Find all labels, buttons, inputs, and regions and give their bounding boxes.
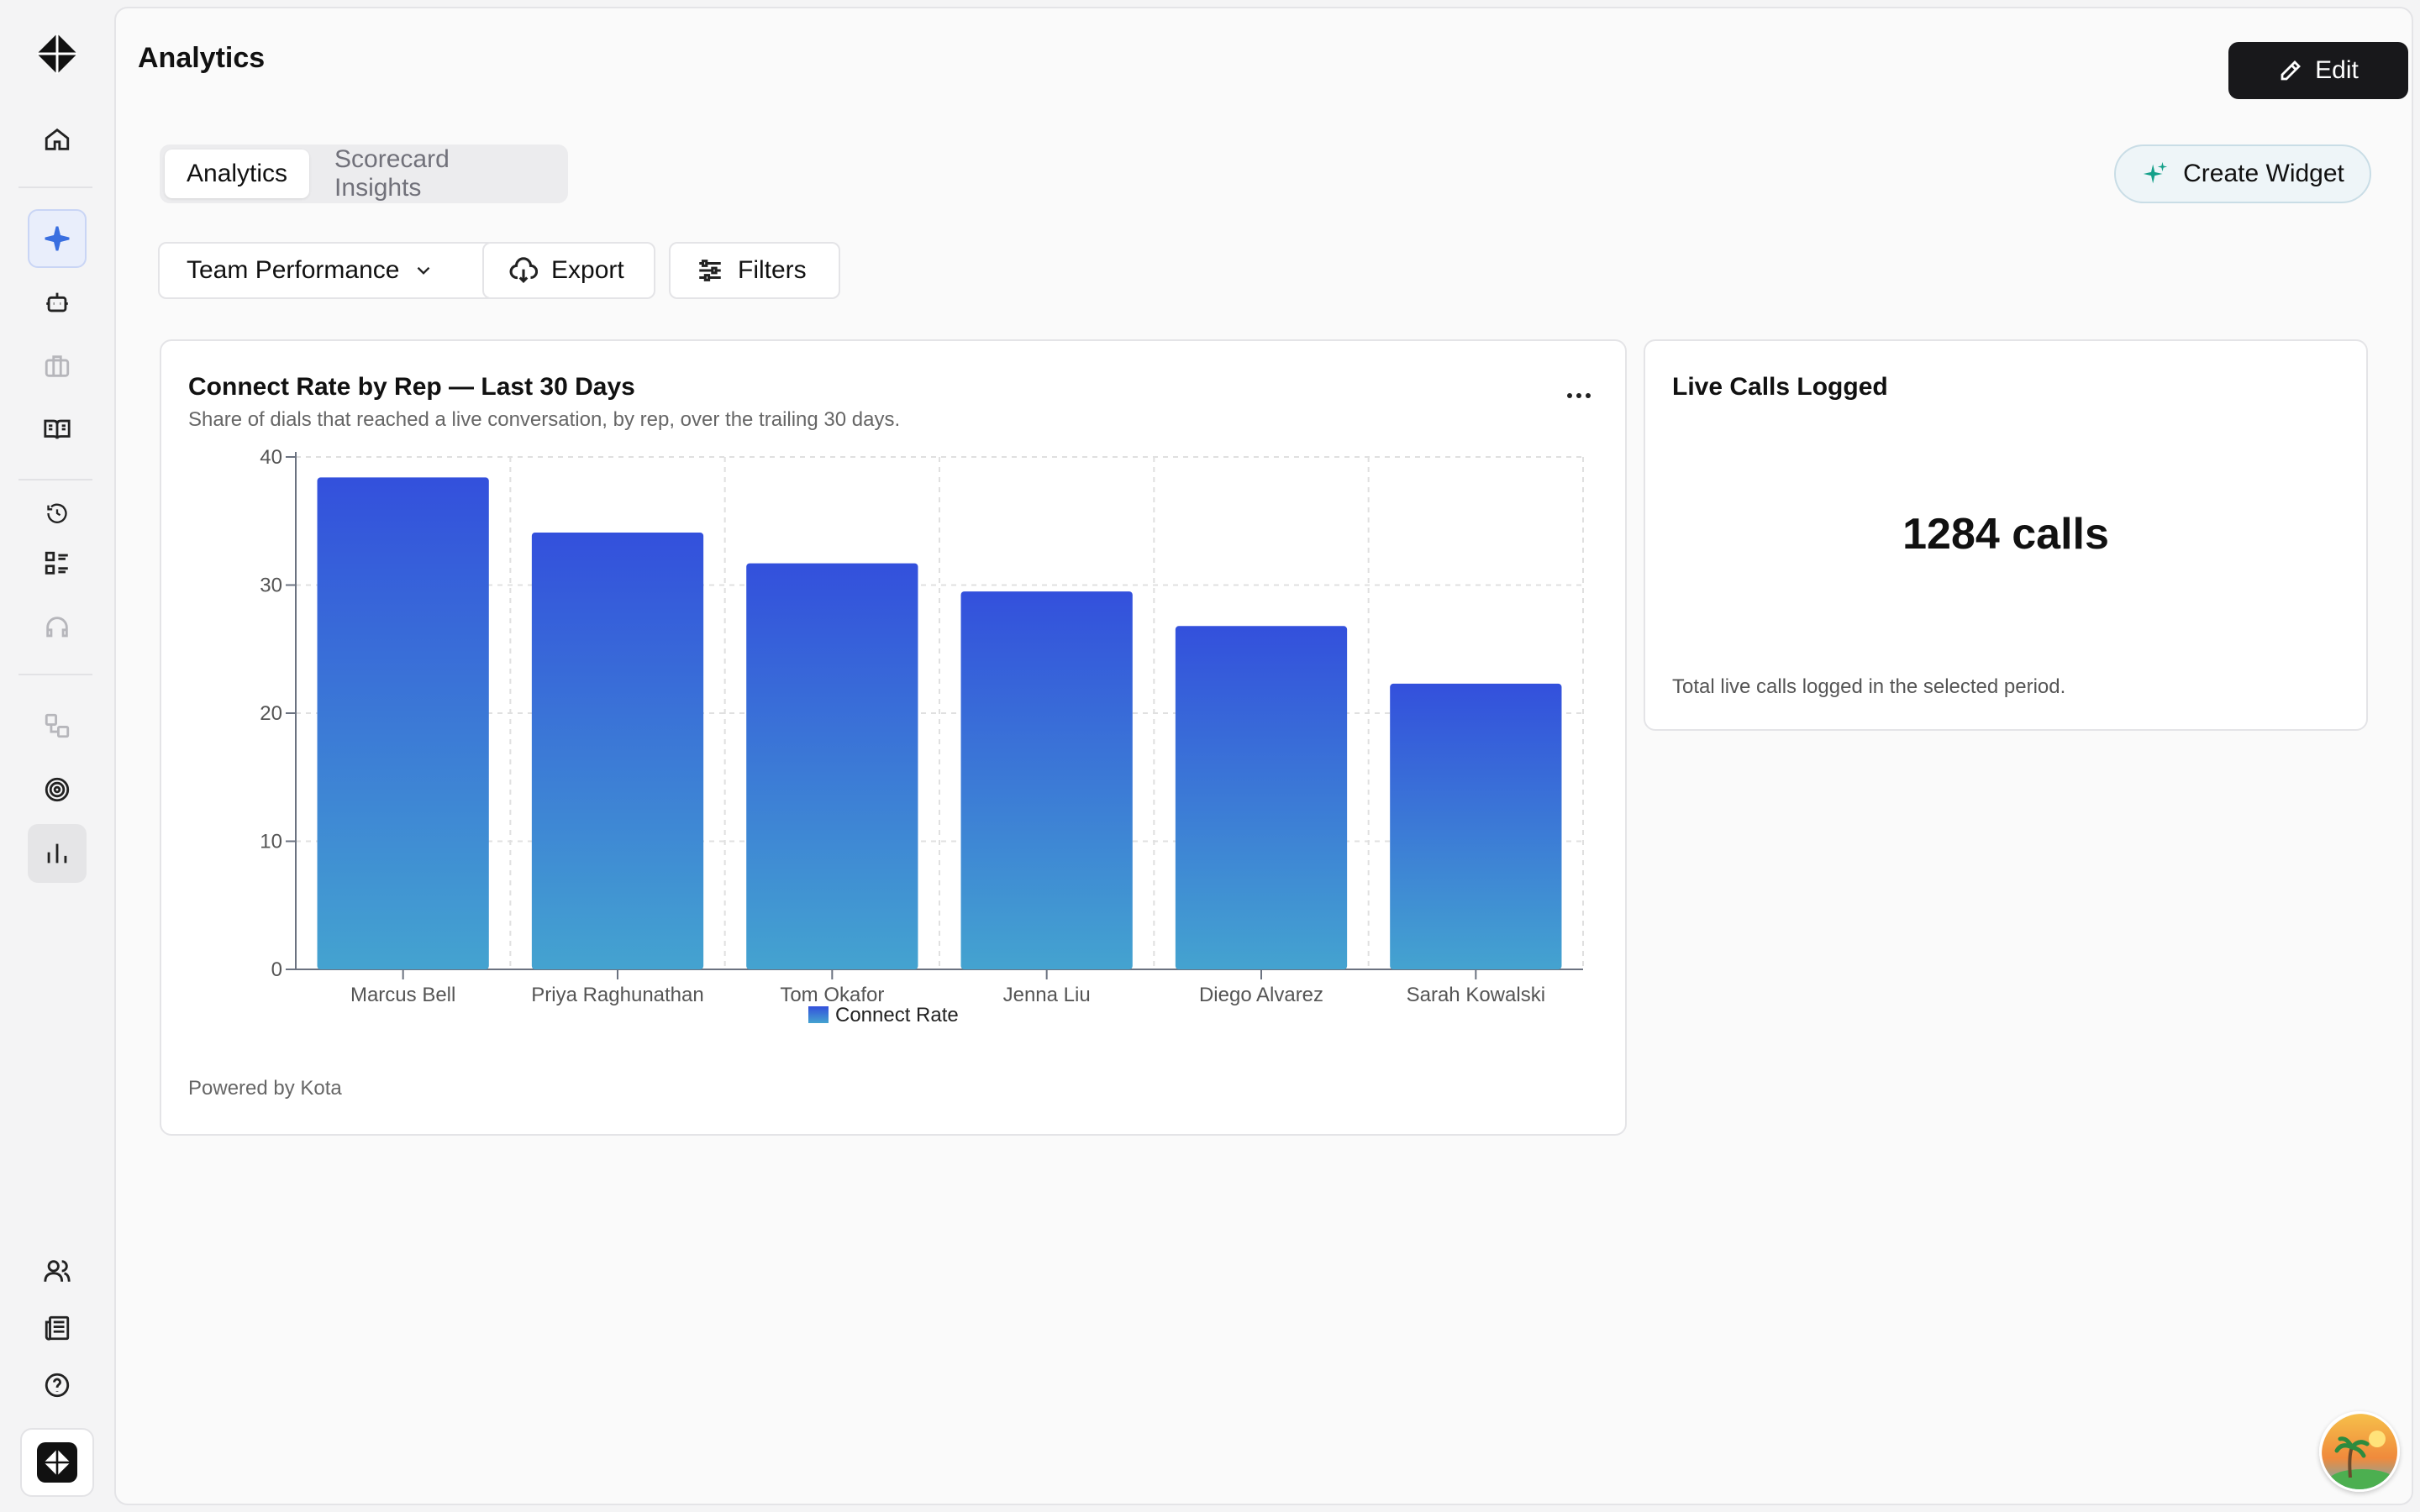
- kpi-card: Live Calls Logged 1284 calls Total live …: [1644, 339, 2368, 731]
- newspaper-icon[interactable]: [28, 1299, 87, 1357]
- kpi-title: Live Calls Logged: [1672, 373, 1888, 401]
- bar: [746, 563, 918, 969]
- x-tick-label: Tom Okafor: [780, 984, 884, 1006]
- export-button[interactable]: Export: [482, 242, 655, 299]
- bar-chart: 0 10 20 30 40 Marcus Bell Priya Raghunathan Tom…: [260, 446, 1584, 1026]
- x-tick-label: Sarah Kowalski: [1407, 984, 1545, 1006]
- bar-chart-icon[interactable]: [28, 824, 87, 883]
- nav-divider: [18, 674, 92, 675]
- book-icon[interactable]: [28, 400, 87, 459]
- nav-divider: [18, 479, 92, 480]
- create-widget-label: Create Widget: [2183, 160, 2344, 187]
- x-tick-label: Jenna Liu: [1003, 984, 1091, 1006]
- users-icon[interactable]: [28, 1242, 87, 1300]
- y-tick-label: 40: [260, 446, 282, 469]
- help-icon[interactable]: [28, 1356, 87, 1415]
- bot-icon[interactable]: [28, 273, 87, 332]
- bar: [960, 591, 1133, 969]
- cloud-download-icon: [509, 257, 538, 283]
- chart-title: Connect Rate by Rep — Last 30 Days: [188, 373, 635, 401]
- sparkle-icon: [2143, 161, 2168, 184]
- x-tick-label: Priya Raghunathan: [531, 984, 703, 1006]
- tab-scorecard-insights[interactable]: Scorecard Insights: [313, 145, 563, 202]
- y-tick-label: 20: [260, 702, 282, 725]
- y-tick-label: 30: [260, 575, 282, 597]
- pencil-icon: [2281, 60, 2302, 81]
- briefcase-icon[interactable]: [28, 337, 87, 396]
- legend-swatch: [808, 1006, 829, 1023]
- sliders-icon: [699, 260, 721, 281]
- view-tabs: Analytics Scorecard Insights: [160, 144, 568, 203]
- y-tick-label: 0: [271, 958, 282, 981]
- bar: [317, 477, 489, 969]
- report-select-value: Team Performance: [187, 256, 400, 284]
- workspace-logo-button[interactable]: [20, 1428, 94, 1497]
- workspace-logo-icon: [37, 1442, 77, 1483]
- kpi-value: 1284 calls: [1902, 510, 2109, 559]
- sparkle-icon[interactable]: [28, 209, 87, 268]
- create-widget-button[interactable]: Create Widget: [2114, 144, 2371, 203]
- logo-icon[interactable]: [35, 32, 79, 76]
- more-options-icon[interactable]: [1558, 383, 1600, 408]
- chevron-down-icon: [418, 266, 430, 275]
- page-title: Analytics: [138, 42, 266, 74]
- bar: [531, 532, 704, 969]
- report-select[interactable]: Team Performance: [158, 242, 496, 299]
- powered-by: Powered by Kota: [188, 1077, 342, 1100]
- legend-label: Connect Rate: [835, 1004, 959, 1026]
- checklist-icon[interactable]: [28, 534, 87, 593]
- workflow-icon[interactable]: [28, 696, 87, 755]
- home-icon[interactable]: [28, 110, 87, 169]
- y-tick-label: 10: [260, 831, 282, 853]
- filters-button[interactable]: Filters: [669, 242, 840, 299]
- tab-analytics[interactable]: Analytics: [165, 150, 310, 198]
- user-avatar[interactable]: [2319, 1411, 2400, 1492]
- x-tick-label: Diego Alvarez: [1199, 984, 1323, 1006]
- chart-subtitle: Share of dials that reached a live conve…: [188, 408, 901, 431]
- edit-button-label: Edit: [2315, 56, 2359, 84]
- edit-button[interactable]: Edit: [2228, 42, 2408, 99]
- filters-label: Filters: [738, 256, 807, 284]
- sidebar: [0, 0, 114, 1512]
- kpi-description: Total live calls logged in the selected …: [1672, 675, 2066, 698]
- bar: [1175, 626, 1348, 969]
- target-icon[interactable]: [28, 760, 87, 819]
- bar: [1390, 683, 1562, 969]
- x-tick-label: Marcus Bell: [350, 984, 455, 1006]
- export-label: Export: [551, 256, 624, 284]
- chart-card: Connect Rate by Rep — Last 30 Days Share…: [160, 339, 1627, 1136]
- main-panel: Analytics Edit Analytics Scorecard Insig…: [114, 7, 2413, 1505]
- nav-divider: [18, 186, 92, 188]
- headset-icon[interactable]: [28, 598, 87, 657]
